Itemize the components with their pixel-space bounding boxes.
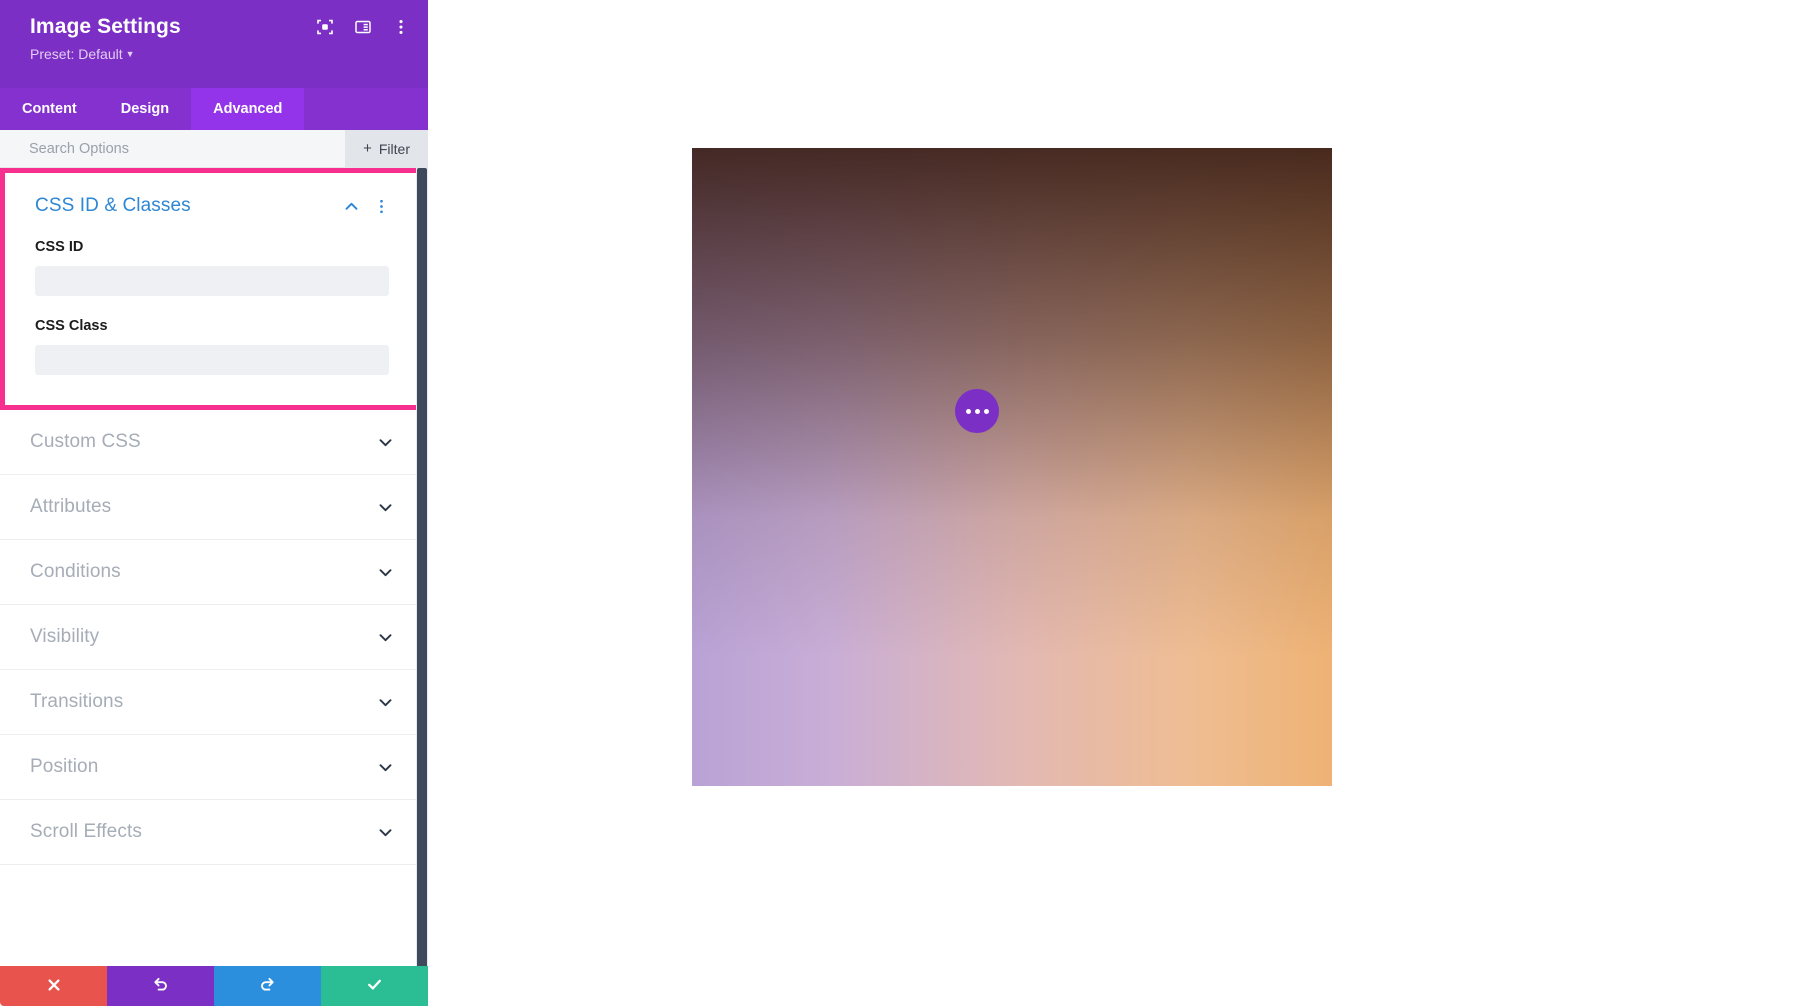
more-horizontal-icon-dot — [983, 408, 989, 414]
more-horizontal-icon-dot — [974, 408, 980, 414]
chevron-down-icon — [377, 759, 394, 776]
redo-arrow-icon — [259, 976, 276, 996]
panel-header: Image Settings Preset: Default ▼ — [0, 0, 428, 88]
chevron-up-icon[interactable] — [343, 198, 360, 215]
cancel-button[interactable] — [0, 966, 107, 1006]
section-title: CSS ID & Classes — [35, 195, 191, 216]
section-label: Position — [30, 756, 99, 777]
section-controls — [343, 198, 389, 215]
tab-content[interactable]: Content — [0, 88, 99, 130]
panel-tab-bar: Content Design Advanced — [0, 88, 428, 130]
tab-design[interactable]: Design — [99, 88, 191, 130]
section-css-id-classes: CSS ID & Classes CSS ID CSS Class — [5, 173, 419, 375]
chevron-down-icon: ▼ — [125, 49, 135, 59]
module-actions-button[interactable] — [955, 389, 999, 433]
chevron-down-icon — [377, 434, 394, 451]
filter-button-label: Filter — [378, 140, 410, 157]
chevron-down-icon — [377, 824, 394, 841]
gradient-image[interactable] — [692, 148, 1332, 786]
section-row-position[interactable]: Position — [0, 735, 424, 800]
section-row-attributes[interactable]: Attributes — [0, 475, 424, 540]
image-settings-panel: Image Settings Preset: Default ▼ Content… — [0, 0, 428, 1006]
section-label: Attributes — [30, 496, 112, 517]
header-icon-group — [316, 18, 410, 36]
undo-arrow-icon — [152, 976, 169, 996]
section-label: Visibility — [30, 626, 100, 647]
section-label: Transitions — [30, 691, 124, 712]
collapsed-sections-list: Custom CSS Attributes Conditions Visibil… — [0, 410, 424, 865]
preset-label: Preset: Default — [30, 46, 123, 62]
chevron-down-icon — [377, 499, 394, 516]
css-id-label: CSS ID — [35, 239, 84, 255]
search-filter-row: + Filter — [0, 130, 428, 168]
section-row-scroll-effects[interactable]: Scroll Effects — [0, 800, 424, 865]
chevron-down-icon — [377, 629, 394, 646]
checkmark-icon — [366, 976, 383, 996]
page-canvas — [428, 0, 1800, 1006]
section-header: CSS ID & Classes — [35, 195, 389, 217]
css-id-input[interactable] — [35, 266, 389, 296]
redo-button[interactable] — [214, 966, 321, 1006]
undo-button[interactable] — [107, 966, 214, 1006]
section-row-transitions[interactable]: Transitions — [0, 670, 424, 735]
plus-icon: + — [363, 140, 372, 157]
panel-scrollbar-track[interactable] — [416, 168, 428, 966]
app-root: Image Settings Preset: Default ▼ Content… — [0, 0, 1800, 1006]
css-class-input[interactable] — [35, 345, 389, 375]
section-more-vertical-icon[interactable] — [374, 198, 389, 215]
preset-selector[interactable]: Preset: Default ▼ — [30, 45, 406, 63]
section-label: Scroll Effects — [30, 821, 142, 842]
filter-button[interactable]: + Filter — [345, 130, 428, 167]
section-row-conditions[interactable]: Conditions — [0, 540, 424, 605]
section-label: Custom CSS — [30, 431, 141, 452]
panel-scroll-body: CSS ID & Classes CSS ID CSS Class Custom… — [0, 168, 428, 966]
panel-action-bar — [0, 966, 428, 1006]
layout-panel-icon[interactable] — [354, 18, 372, 36]
section-row-custom-css[interactable]: Custom CSS — [0, 410, 424, 475]
chevron-down-icon — [377, 694, 394, 711]
css-class-label: CSS Class — [35, 318, 108, 334]
section-row-visibility[interactable]: Visibility — [0, 605, 424, 670]
panel-scrollbar-thumb[interactable] — [417, 168, 427, 966]
css-id-classes-highlight: CSS ID & Classes CSS ID CSS Class — [0, 168, 424, 410]
save-button[interactable] — [321, 966, 428, 1006]
tab-advanced[interactable]: Advanced — [191, 88, 305, 130]
close-x-icon — [46, 977, 62, 996]
more-vertical-icon[interactable] — [392, 18, 410, 36]
focus-target-icon[interactable] — [316, 18, 334, 36]
more-horizontal-icon — [965, 408, 971, 414]
search-input[interactable] — [0, 130, 346, 167]
section-label: Conditions — [30, 561, 121, 582]
chevron-down-icon — [377, 564, 394, 581]
